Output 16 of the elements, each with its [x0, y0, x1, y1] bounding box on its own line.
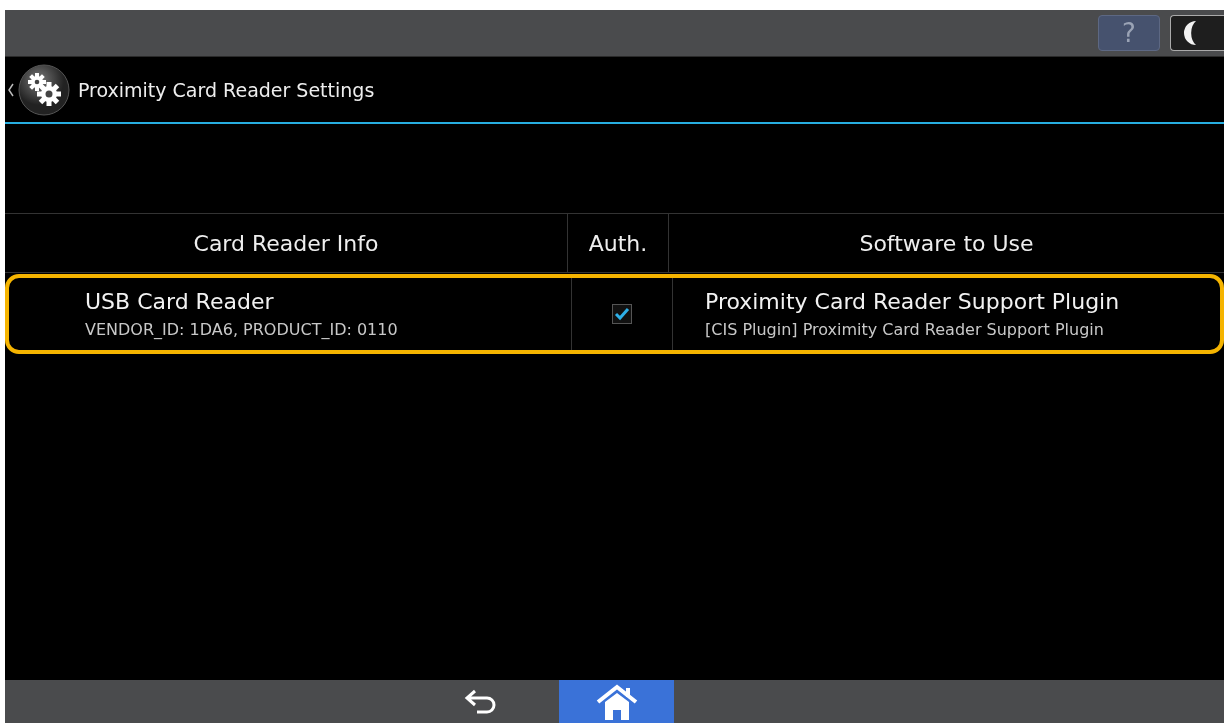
software-name: Proximity Card Reader Support Plugin — [705, 289, 1120, 314]
card-reader-row[interactable]: USB Card Reader VENDOR_ID: 1DA6, PRODUCT_ID: 0110 Proximity Card Reader Support Plugin [CIS Plugin] Proximity Card Reader Support Plugin — [5, 274, 1224, 354]
screen-title: Proximity Card Reader Settings — [78, 78, 375, 101]
column-header: Auth. — [568, 214, 669, 272]
reader-ids: VENDOR_ID: 1DA6, PRODUCT_ID: 0110 — [85, 320, 398, 339]
home-button[interactable] — [559, 680, 674, 723]
software-detail: [CIS Plugin] Proximity Card Reader Support Plugin — [705, 320, 1104, 339]
gears-icon — [18, 63, 70, 116]
night-mode-button[interactable] — [1170, 15, 1224, 51]
auth-checkbox[interactable] — [612, 304, 632, 324]
moon-icon — [1183, 20, 1199, 46]
home-icon — [594, 683, 639, 720]
column-header: Card Reader Info — [5, 214, 568, 272]
reader-name: USB Card Reader — [85, 289, 274, 314]
back-chevron-icon[interactable] — [8, 82, 14, 97]
column-header: Software to Use — [858, 229, 1035, 258]
